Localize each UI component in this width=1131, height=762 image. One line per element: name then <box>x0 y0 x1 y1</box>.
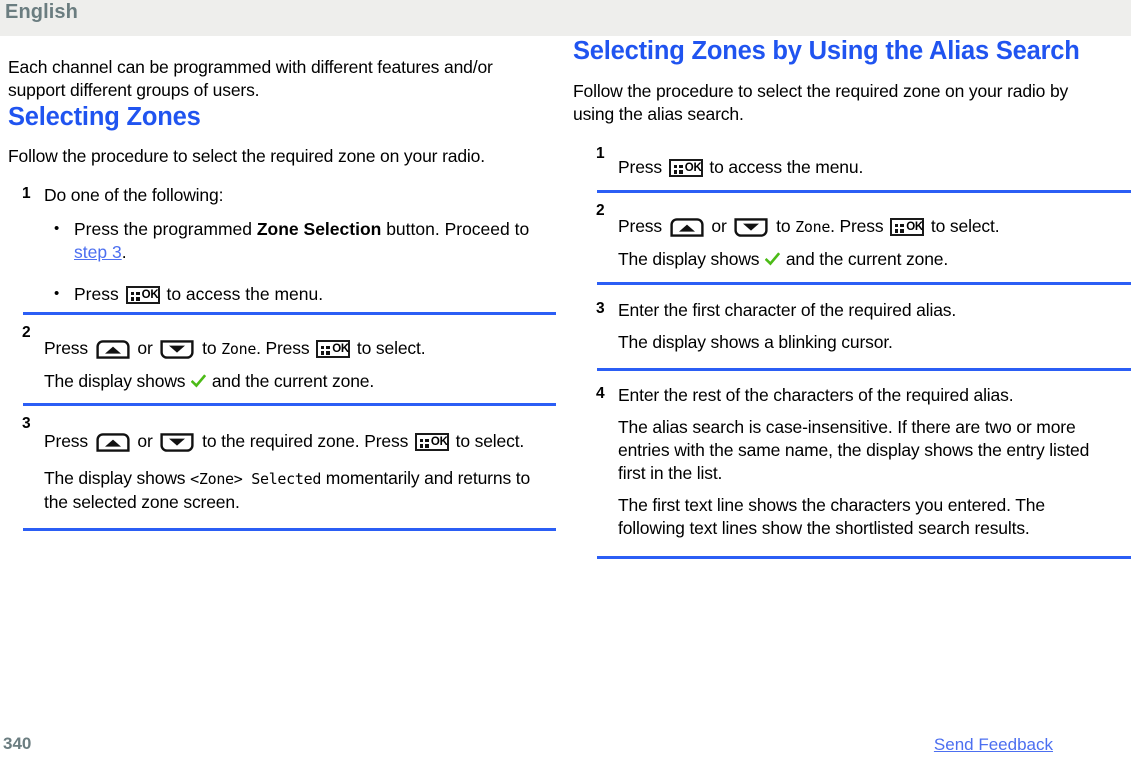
step-result-line: The display shows <Zone> Selected moment… <box>44 467 542 514</box>
ok-key-icon: OK <box>668 159 703 177</box>
step-number: 3 <box>596 300 605 317</box>
step-text-line: Press or to Zone. Press OK to select. <box>618 215 1107 239</box>
text-part: Press <box>618 157 667 177</box>
text-part: and the current zone. <box>781 249 949 269</box>
up-arrow-key-icon <box>95 433 131 452</box>
step-text-line: Enter the first character of the require… <box>618 300 957 320</box>
ok-key-icon: OK <box>316 340 351 358</box>
step-item: 1 Press OK to access the menu. <box>573 126 1107 190</box>
ok-key-icon: OK <box>414 433 449 451</box>
step-item: 4 Enter the rest of the characters of th… <box>573 371 1107 556</box>
right-steps-list: 1 Press OK to access the menu. 2 Press o… <box>573 126 1131 559</box>
left-section-intro: Follow the procedure to select the requi… <box>8 146 485 166</box>
step-result-line: The display shows a blinking cursor. <box>618 332 893 352</box>
text-part: The display shows <box>618 249 765 269</box>
page-number-label: 340 <box>3 734 32 753</box>
text-part: The display shows <box>44 371 191 391</box>
left-steps-list: 1 Do one of the following: Press the pro… <box>8 168 556 531</box>
header-language-label: English <box>5 1 78 23</box>
send-feedback-link[interactable]: Send Feedback <box>934 735 1053 755</box>
menu-grid-glyph <box>419 439 429 448</box>
step-text-line: Press OK to access the menu. <box>618 156 1107 179</box>
text-part: to select. <box>450 431 525 451</box>
text-part: to <box>197 338 222 358</box>
menu-grid-glyph <box>321 346 331 355</box>
step-number: 2 <box>22 324 31 341</box>
menu-grid-glyph <box>895 224 905 233</box>
bullet-text-part: . <box>121 242 127 262</box>
right-column: Selecting Zones by Using the Alias Searc… <box>573 36 1131 559</box>
step-divider <box>23 528 556 531</box>
step-note-line: The first text line shows the characters… <box>618 495 1045 538</box>
ok-key-icon: OK <box>125 286 160 304</box>
up-arrow-key-icon <box>95 340 131 359</box>
up-arrow-key-icon <box>669 218 705 237</box>
zone-selected-mono-text: <Zone> Selected <box>190 470 322 488</box>
right-section-intro: Follow the procedure to select the requi… <box>573 81 1069 124</box>
check-icon <box>764 250 781 266</box>
menu-grid-glyph <box>130 292 140 301</box>
text-part: . Press <box>830 216 889 236</box>
step-number: 2 <box>596 202 605 219</box>
step-item: 2 Press or to Zone. Press OK to select. … <box>8 315 542 403</box>
bullet-text-part: to access the menu. <box>161 284 324 304</box>
text-part: Press <box>44 338 93 358</box>
text-part: or <box>132 431 158 451</box>
bullet-text-part: Press <box>74 284 124 304</box>
text-part: . Press <box>256 338 315 358</box>
step-text-line: Enter the rest of the characters of the … <box>618 385 1014 405</box>
text-part: The display shows <box>44 468 191 488</box>
step-item: 2 Press or to Zone. Press OK to select. … <box>573 193 1107 282</box>
step-bullet-list: Press the programmed Zone Selection butt… <box>44 217 542 306</box>
text-part: Press <box>618 216 667 236</box>
bullet-text-part: button. Proceed to <box>381 219 530 239</box>
page-footer: 340 Send Feedback <box>0 726 1131 762</box>
step-item: 3 Press or to the required zone. Press O… <box>8 406 542 528</box>
menu-grid-glyph <box>673 165 683 174</box>
step-item: 3 Enter the first character of the requi… <box>573 285 1107 368</box>
list-item: Press the programmed Zone Selection butt… <box>44 217 542 264</box>
step-result-line: The display shows and the current zone. <box>618 248 1107 271</box>
step-number: 4 <box>596 385 605 402</box>
text-part: to <box>771 216 796 236</box>
left-section-heading: Selecting Zones <box>8 103 201 131</box>
down-arrow-key-icon <box>733 218 769 237</box>
step-text-line: Press or to the required zone. Press OK … <box>44 428 542 455</box>
zone-mono-text: Zone <box>795 218 831 236</box>
text-part: or <box>132 338 158 358</box>
zone-selection-bold: Zone Selection <box>256 219 382 239</box>
left-column: Each channel can be programmed with diff… <box>8 36 556 531</box>
zone-mono-text: Zone <box>221 340 257 358</box>
text-part: to select. <box>926 216 1000 236</box>
step-note-line: The alias search is case-insensitive. If… <box>618 417 1090 483</box>
right-section-heading: Selecting Zones by Using the Alias Searc… <box>573 37 1080 65</box>
text-part: to access the menu. <box>704 157 864 177</box>
text-part: to select. <box>352 338 426 358</box>
step-number: 1 <box>22 185 31 202</box>
text-part: and the current zone. <box>207 371 375 391</box>
step-3-crossref-link[interactable]: step 3 <box>74 242 122 262</box>
text-part: to the required zone. Press <box>197 431 413 451</box>
step-number: 1 <box>596 145 605 162</box>
text-part: Press <box>44 431 93 451</box>
ok-key-icon: OK <box>890 218 925 236</box>
step-text: Do one of the following: <box>44 185 224 205</box>
step-text-line: Press or to Zone. Press OK to select. <box>44 337 542 361</box>
down-arrow-key-icon <box>159 433 195 452</box>
step-item: 1 Do one of the following: Press the pro… <box>8 168 542 312</box>
text-part: or <box>706 216 732 236</box>
step-result-line: The display shows and the current zone. <box>44 370 542 393</box>
down-arrow-key-icon <box>159 340 195 359</box>
page-body: Each channel can be programmed with diff… <box>0 36 1131 726</box>
left-intro-paragraph: Each channel can be programmed with diff… <box>8 57 493 100</box>
bullet-text-part: Press the programmed <box>74 219 257 239</box>
check-icon <box>190 372 207 388</box>
page-header-band: English <box>0 0 1131 36</box>
step-number: 3 <box>22 415 31 432</box>
step-divider <box>597 556 1131 559</box>
list-item: Press OK to access the menu. <box>44 282 542 306</box>
